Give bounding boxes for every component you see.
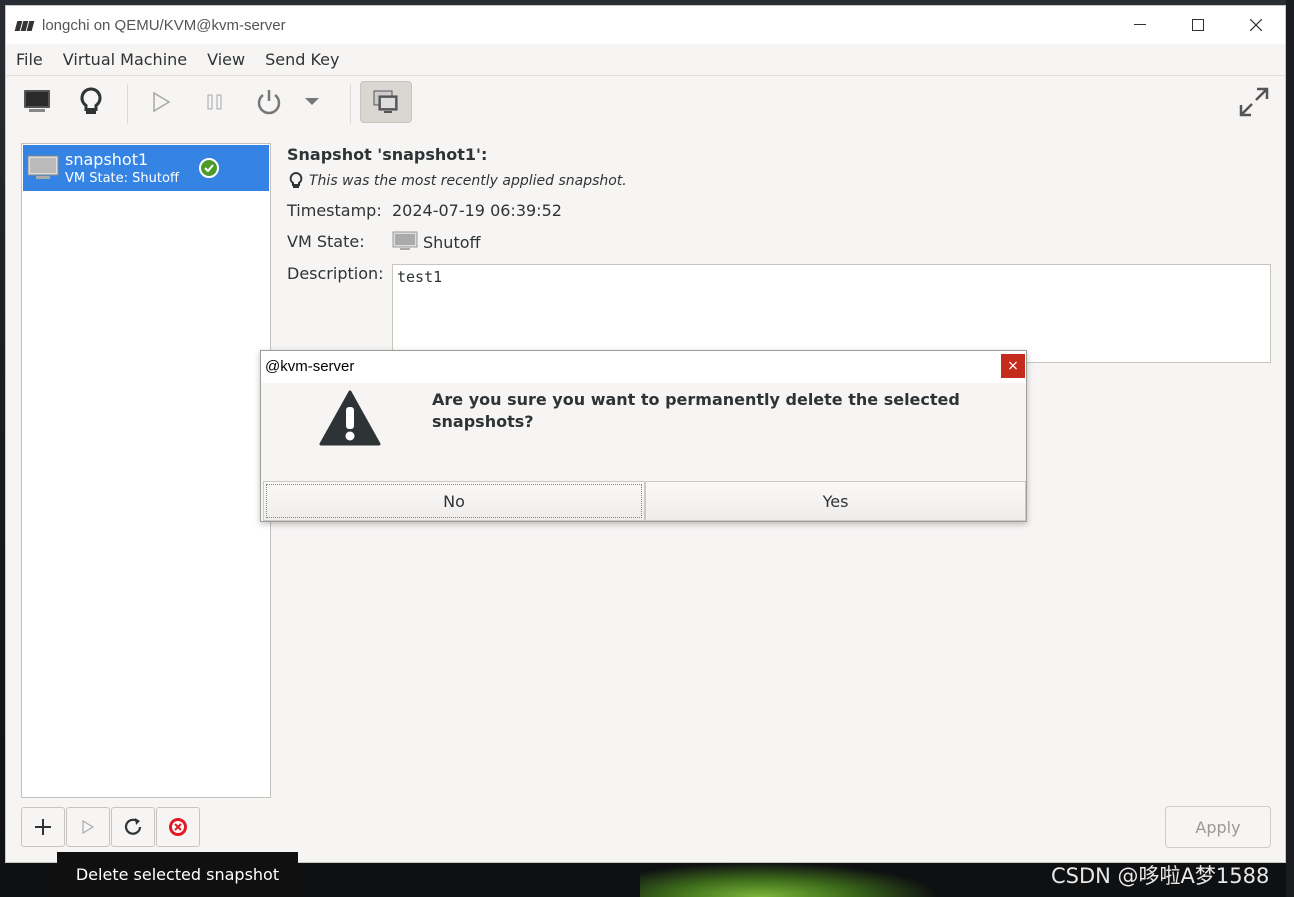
- toolbar: [6, 76, 1285, 128]
- shutdown-menu-button[interactable]: [299, 82, 325, 122]
- monitor-icon: [27, 155, 59, 179]
- warning-icon: [319, 390, 381, 446]
- vmstate-value: Shutoff: [392, 231, 481, 253]
- current-snapshot-check-icon: [199, 158, 219, 178]
- window-titlebar: longchi on QEMU/KVM@kvm-server: [6, 6, 1285, 44]
- toolbar-separator: [350, 84, 351, 124]
- menu-virtual-machine[interactable]: Virtual Machine: [53, 50, 197, 69]
- chevron-down-icon: [305, 98, 319, 105]
- refresh-icon: [124, 818, 142, 835]
- virt-manager-logo-icon: [14, 19, 38, 31]
- description-field[interactable]: test1: [392, 264, 1271, 363]
- add-icon: [35, 819, 51, 835]
- note-text: This was the most recently applied snaps…: [309, 173, 627, 189]
- delete-snapshot-button[interactable]: [156, 807, 200, 847]
- fullscreen-button[interactable]: [1234, 82, 1274, 122]
- details-button[interactable]: [71, 82, 111, 122]
- console-icon: [24, 90, 50, 112]
- list-item[interactable]: snapshot1 VM State: Shutoff: [23, 145, 269, 191]
- toolbar-separator: [127, 84, 128, 124]
- snapshot-details-title: Snapshot 'snapshot1':: [287, 145, 488, 164]
- dialog-title: @kvm-server: [265, 358, 355, 375]
- run-snapshot-button[interactable]: [66, 807, 110, 847]
- confirm-delete-dialog: @kvm-server × Are you sure you want to p…: [260, 350, 1027, 522]
- delete-icon: [169, 818, 187, 836]
- yes-button[interactable]: Yes: [645, 481, 1026, 521]
- dialog-message: Are you sure you want to permanently del…: [432, 390, 960, 431]
- fullscreen-icon: [1239, 87, 1269, 117]
- run-icon: [153, 91, 171, 113]
- no-button[interactable]: No: [263, 481, 645, 521]
- timestamp-value: 2024-07-19 06:39:52: [392, 201, 562, 220]
- refresh-snapshots-button[interactable]: [111, 807, 155, 847]
- csdn-watermark: CSDN @哆啦A梦1588: [1051, 864, 1270, 888]
- timestamp-label: Timestamp:: [287, 201, 382, 220]
- close-button[interactable]: [1227, 6, 1285, 44]
- pause-icon: [207, 94, 222, 110]
- console-button[interactable]: [17, 82, 57, 122]
- lightbulb-icon: [289, 172, 303, 188]
- snapshots-icon: [373, 90, 398, 113]
- add-snapshot-button[interactable]: [21, 807, 65, 847]
- tooltip: Delete selected snapshot: [57, 852, 298, 897]
- maximize-button[interactable]: [1169, 6, 1227, 44]
- snapshots-button[interactable]: [360, 81, 412, 123]
- description-label: Description:: [287, 264, 384, 283]
- monitor-icon: [392, 231, 418, 250]
- desktop-wallpaper-leaf: [640, 862, 940, 897]
- pause-button[interactable]: [195, 82, 235, 122]
- snapshot-list: snapshot1 VM State: Shutoff: [21, 143, 271, 798]
- vmstate-text: Shutoff: [423, 232, 481, 252]
- desktop-edge: [1286, 0, 1294, 897]
- vmstate-label: VM State:: [287, 232, 365, 251]
- menu-send-key[interactable]: Send Key: [255, 50, 349, 69]
- run-icon: [82, 819, 95, 835]
- snapshot-name: snapshot1: [65, 150, 149, 169]
- run-button[interactable]: [141, 82, 181, 122]
- power-icon: [257, 90, 281, 115]
- menu-file[interactable]: File: [6, 50, 53, 69]
- snapshot-state: VM State: Shutoff: [65, 171, 179, 186]
- dialog-close-button[interactable]: ×: [1001, 354, 1025, 378]
- menu-view[interactable]: View: [197, 50, 255, 69]
- minimize-button[interactable]: [1111, 6, 1169, 44]
- lightbulb-icon: [80, 87, 102, 114]
- power-button[interactable]: [249, 82, 289, 122]
- apply-button[interactable]: Apply: [1165, 806, 1271, 848]
- menubar: File Virtual Machine View Send Key: [6, 44, 1285, 76]
- current-snapshot-note: This was the most recently applied snaps…: [289, 172, 627, 190]
- window-title: longchi on QEMU/KVM@kvm-server: [42, 16, 286, 34]
- dialog-titlebar: @kvm-server ×: [261, 351, 1026, 383]
